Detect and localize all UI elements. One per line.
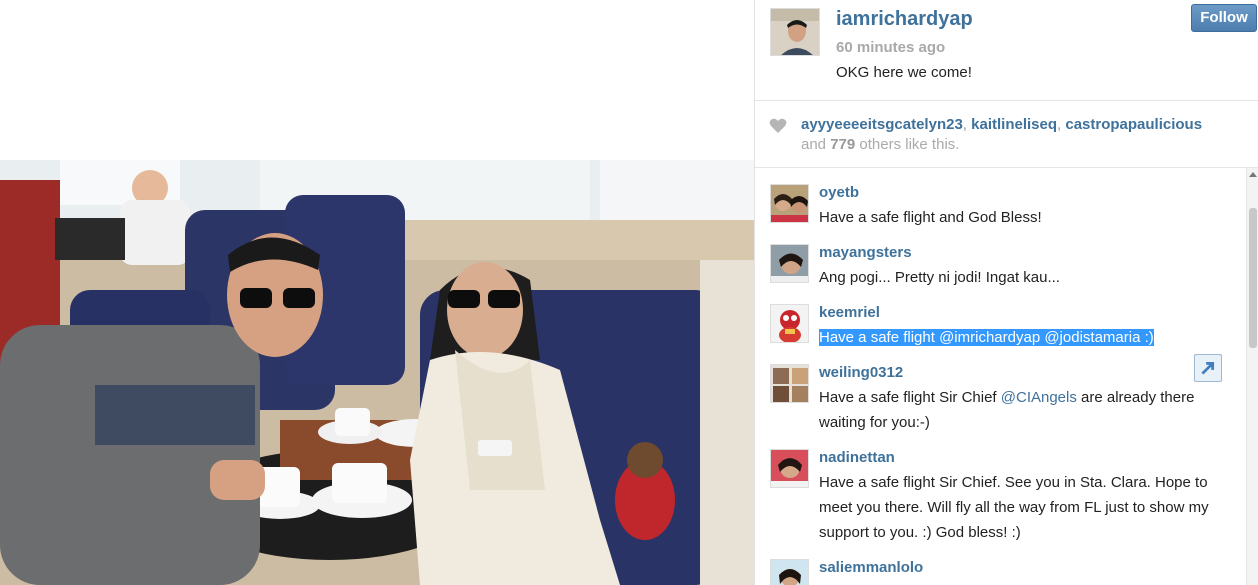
comment-item: nadinettan Have a safe flight Sir Chief.… [755,433,1245,543]
commenter-avatar[interactable] [770,559,809,585]
likers-line: ayyyeeeeitsgcatelyn23, kaitlineliseq, ca… [801,116,1202,133]
expand-icon[interactable] [1194,354,1222,382]
commenter-username[interactable]: keemriel [819,304,880,321]
likers-separator: , [962,116,972,133]
photo-image [0,160,754,585]
author-avatar[interactable] [770,8,820,56]
liker-link[interactable]: ayyyeeeeitsgcatelyn23 [801,116,963,133]
comment-text: Have a safe flight Sir Chief @CIAngels a… [819,385,1229,435]
commenter-avatar-image [771,560,808,585]
commenter-avatar[interactable] [770,184,809,223]
comment-text: Have a safe flight @imrichardyap @jodist… [819,325,1229,350]
comments-list: oyetb Have a safe flight and God Bless! … [755,168,1245,585]
comment-item: mayangsters Ang pogi... Pretty ni jodi! … [755,228,1245,288]
likes-others-text: others like this. [855,136,960,153]
commenter-avatar[interactable] [770,364,809,403]
post-photo[interactable] [0,160,754,585]
comment-text-part: Have a safe flight Sir Chief [819,389,1001,406]
selected-text: Have a safe flight @imrichardyap @jodist… [819,329,1154,346]
post-header: iamrichardyap 60 minutes ago OKG here we… [755,0,1258,101]
likes-others-count[interactable]: 779 [830,136,855,153]
mention-link[interactable]: @CIAngels [1001,389,1077,406]
author-avatar-image [771,9,819,55]
commenter-username[interactable]: saliemmanlolo [819,559,923,576]
comment-text: Have a safe flight Sir Chief. See you in… [819,474,1209,541]
comment-item: saliemmanlolo [755,543,1245,585]
commenter-avatar-image [771,365,808,402]
commenter-username[interactable]: mayangsters [819,244,912,261]
heart-icon[interactable] [769,118,787,134]
scrollbar-thumb[interactable] [1249,208,1257,348]
likes-section: ayyyeeeeitsgcatelyn23, kaitlineliseq, ca… [755,101,1258,168]
likes-and-text: and [801,136,831,153]
commenter-avatar-image [771,185,808,222]
commenter-username[interactable]: oyetb [819,184,859,201]
post-caption: OKG here we come! [836,64,972,81]
commenter-username[interactable]: nadinettan [819,449,895,466]
commenter-avatar-image [771,245,808,282]
commenter-avatar-image [771,450,808,487]
likes-count-line: and 779 others like this. [801,136,959,153]
liker-link[interactable]: castropapaulicious [1065,116,1202,133]
scroll-up-arrow-icon[interactable] [1249,172,1257,177]
follow-button[interactable]: Follow [1191,4,1257,32]
commenter-avatar[interactable] [770,304,809,343]
comment-item: weiling0312 Have a safe flight Sir Chief… [755,348,1245,433]
comment-item: oyetb Have a safe flight and God Bless! [755,168,1245,228]
comment-text: Have a safe flight and God Bless! [819,209,1042,226]
comment-text: Ang pogi... Pretty ni jodi! Ingat kau... [819,269,1060,286]
commenter-avatar[interactable] [770,244,809,283]
post-time: 60 minutes ago [836,39,946,56]
comments-scrollbar[interactable] [1246,168,1258,585]
post-sidebar: iamrichardyap 60 minutes ago OKG here we… [754,0,1258,585]
author-username[interactable]: iamrichardyap [836,8,973,31]
liker-link[interactable]: kaitlineliseq [971,116,1057,133]
commenter-avatar[interactable] [770,449,809,488]
commenter-username[interactable]: weiling0312 [819,364,903,381]
commenter-avatar-image [771,305,808,342]
comment-item: keemriel Have a safe flight @imrichardya… [755,288,1245,348]
